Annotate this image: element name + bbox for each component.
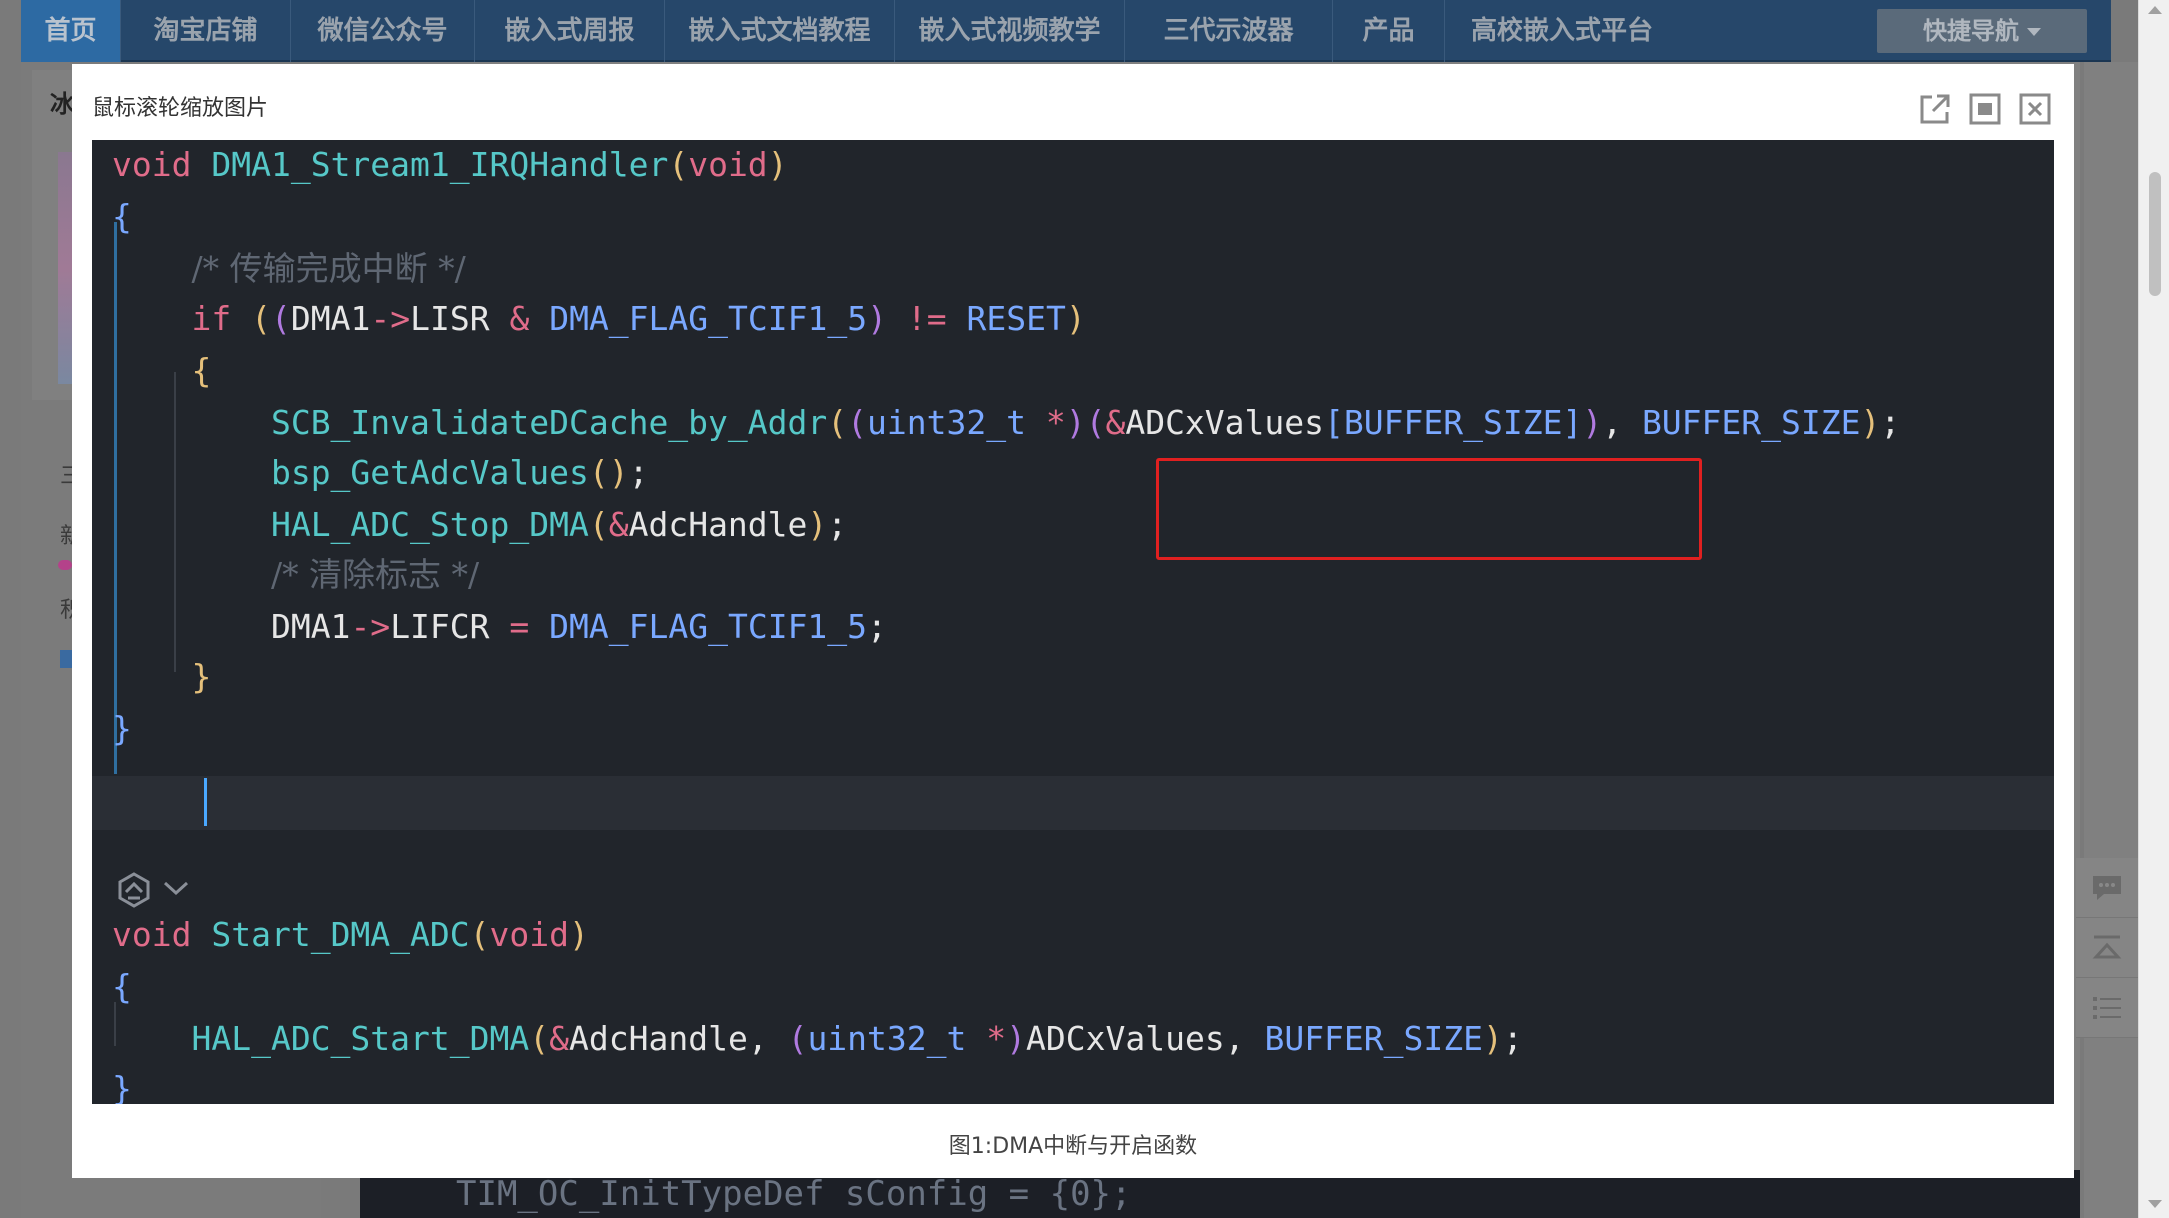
nav-item-taobao-shop[interactable]: 淘宝店铺 bbox=[121, 0, 291, 62]
right-strip bbox=[2084, 62, 2138, 1218]
left-status-dot bbox=[58, 560, 72, 570]
nav-item-docs[interactable]: 嵌入式文档教程 bbox=[665, 0, 895, 62]
arrow-up-icon bbox=[2092, 935, 2122, 958]
code-line-6: SCB_InvalidateDCache_by_Addr((uint32_t *… bbox=[270, 403, 1901, 442]
nav-item-oscilloscope[interactable]: 三代示波器 bbox=[1125, 0, 1333, 62]
code-line-13: void Start_DMA_ADC(void) bbox=[112, 915, 589, 954]
code-line-10: DMA1->LIFCR = DMA_FLAG_TCIF1_5; bbox=[270, 607, 887, 646]
nav-item-university[interactable]: 高校嵌入式平台 bbox=[1445, 0, 1679, 62]
nav-item-videos[interactable]: 嵌入式视频教学 bbox=[895, 0, 1125, 62]
back-to-top-button[interactable] bbox=[2076, 918, 2138, 978]
close-icon[interactable] bbox=[2018, 92, 2052, 126]
quick-nav-button[interactable]: 快捷导航 bbox=[1877, 9, 2087, 53]
nav-item-products[interactable]: 产品 bbox=[1333, 0, 1445, 62]
code-line-16: } bbox=[112, 1069, 132, 1104]
chevron-down-icon bbox=[2027, 28, 2041, 36]
scroll-thumb[interactable] bbox=[2149, 172, 2161, 296]
code-line-14: { bbox=[112, 967, 132, 1006]
code-line-7: bsp_GetAdcValues(); bbox=[270, 453, 649, 492]
code-line-11: } bbox=[191, 657, 212, 696]
dialog-title: 鼠标滚轮缩放图片 bbox=[92, 96, 269, 121]
code-line-5: { bbox=[191, 351, 212, 390]
comment-icon bbox=[2093, 875, 2121, 900]
left-sidebar-title: 冰 bbox=[50, 90, 74, 118]
code-line-2: { bbox=[112, 197, 132, 236]
comment-button[interactable] bbox=[2076, 858, 2138, 918]
table-of-contents-button[interactable] bbox=[2076, 978, 2138, 1038]
code-line-9: /* 清除标志 */ bbox=[270, 555, 480, 594]
highlight-box bbox=[1156, 458, 1702, 560]
code-line-4: if ((DMA1->LISR & DMA_FLAG_TCIF1_5) != R… bbox=[191, 299, 1086, 338]
code-line-8: HAL_ADC_Stop_DMA(&AdcHandle); bbox=[270, 505, 848, 544]
scroll-down-arrow[interactable] bbox=[2148, 1200, 2162, 1208]
fit-screen-icon[interactable] bbox=[1968, 92, 2002, 126]
chevron-down-icon[interactable] bbox=[162, 878, 190, 898]
text-cursor bbox=[204, 778, 207, 826]
code-image: void DMA1_Stream1_IRQHandler(void) { /* … bbox=[92, 140, 2054, 1104]
current-line-highlight bbox=[92, 776, 2054, 830]
image-viewer-dialog: 鼠标滚轮缩放图片 void DMA1_Stream1_IRQHandler(vo… bbox=[72, 64, 2074, 1178]
ai-assistant-icon[interactable] bbox=[114, 870, 154, 910]
quick-nav-label: 快捷导航 bbox=[1923, 17, 2019, 45]
code-line-3: /* 传输完成中断 */ bbox=[191, 249, 466, 288]
nav-item-wechat[interactable]: 微信公众号 bbox=[291, 0, 475, 62]
page-scrollbar[interactable] bbox=[2138, 0, 2169, 1218]
image-caption: 图1:DMA中断与开启函数 bbox=[948, 1134, 1198, 1159]
nav-item-weekly[interactable]: 嵌入式周报 bbox=[475, 0, 665, 62]
left-mini-icon bbox=[60, 650, 72, 668]
code-line-15: HAL_ADC_Start_DMA(&AdcHandle, (uint32_t … bbox=[191, 1019, 1523, 1058]
code-line-1: void DMA1_Stream1_IRQHandler(void) bbox=[112, 145, 788, 184]
open-external-icon[interactable] bbox=[1918, 92, 1952, 126]
code-line-12: } bbox=[112, 709, 132, 748]
scroll-up-arrow[interactable] bbox=[2148, 6, 2162, 14]
list-icon bbox=[2093, 996, 2121, 1019]
top-navbar: 首页 淘宝店铺 微信公众号 嵌入式周报 嵌入式文档教程 嵌入式视频教学 三代示波… bbox=[21, 0, 2111, 62]
nav-item-home[interactable]: 首页 bbox=[21, 0, 121, 62]
